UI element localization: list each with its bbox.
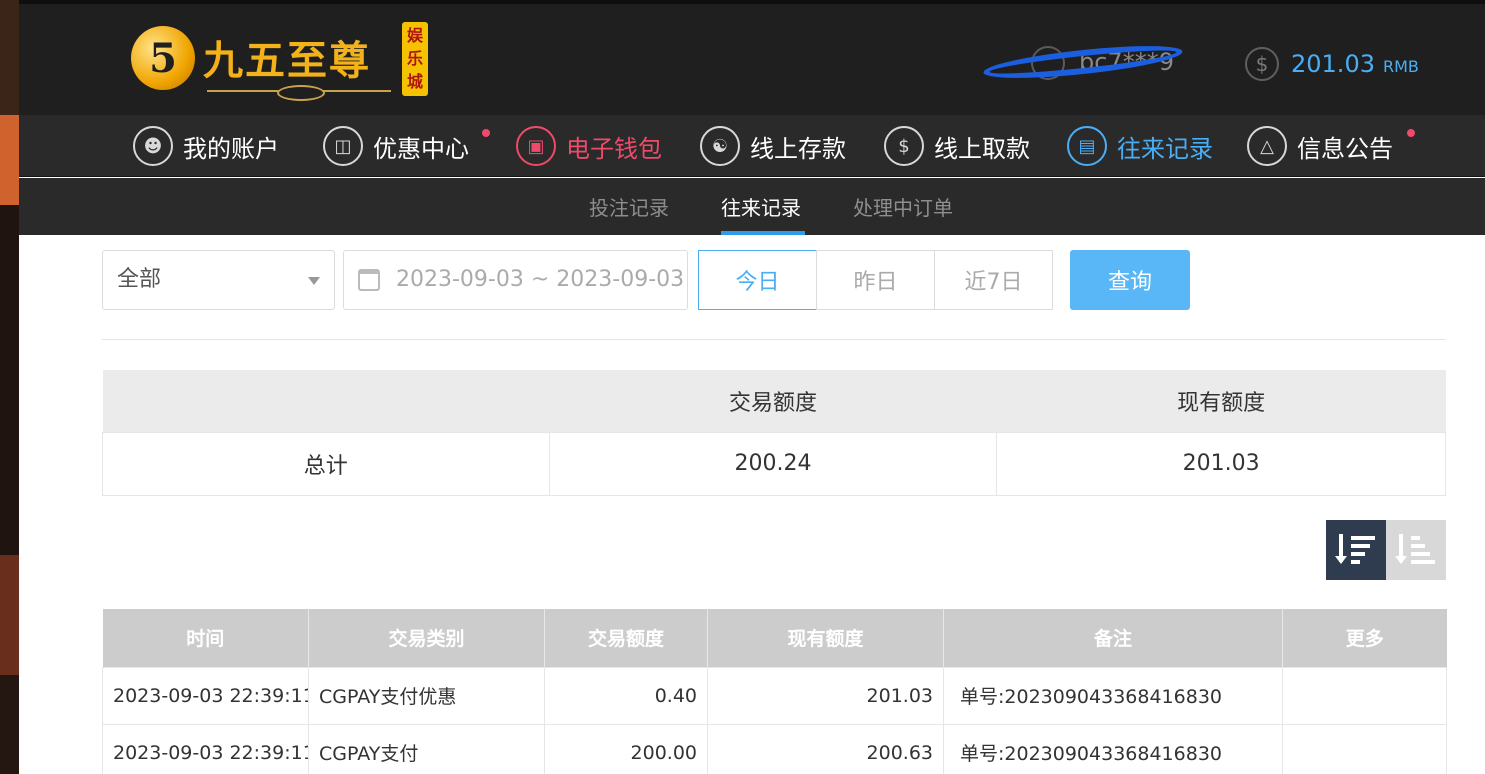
summary-header: 交易额度 <box>549 370 997 432</box>
column-header-amount[interactable]: 交易额度 <box>544 609 708 667</box>
notification-dot <box>482 129 490 137</box>
nav-label: 往来记录 <box>1117 134 1213 163</box>
chevron-down-icon <box>308 277 320 285</box>
dollar-icon: $ <box>1245 47 1279 81</box>
sort-descending-button[interactable] <box>1326 520 1386 580</box>
type-select[interactable]: 全部 <box>102 250 335 310</box>
bell-icon: △ <box>1247 126 1287 166</box>
withdraw-icon: $ <box>884 126 924 166</box>
sub-nav: 投注记录 往来记录 处理中订单 <box>19 178 1485 235</box>
search-button[interactable]: 查询 <box>1070 250 1190 310</box>
summary-header: 现有额度 <box>996 370 1446 432</box>
date-range-value: 2023-09-03 ~ 2023-09-03 <box>396 267 685 292</box>
type-select-value: 全部 <box>117 267 162 292</box>
nav-deposit[interactable]: ☯ 线上存款 <box>700 125 846 167</box>
wallet-icon: ▣ <box>516 126 556 166</box>
sort-ascending-icon <box>1395 534 1435 564</box>
redaction-scribble <box>982 39 1184 85</box>
main-container: 5 九五至尊 娱乐城 bc7***9 $ 201.03 RMB ☻ 我的账户 ◫… <box>19 0 1485 774</box>
yesterday-button[interactable]: 昨日 <box>816 250 935 310</box>
cell-time: 2023-09-03 22:39:11 <box>102 666 309 725</box>
nav-announcements[interactable]: △ 信息公告 <box>1247 125 1393 167</box>
logo-ornament <box>207 85 391 101</box>
nav-label: 信息公告 <box>1297 134 1393 163</box>
balance-unit: RMB <box>1382 56 1419 76</box>
summary-table: 交易额度 现有额度 总计 200.24 201.03 <box>102 370 1446 496</box>
summary-row: 总计 200.24 201.03 <box>102 431 1446 496</box>
column-header-more[interactable]: 更多 <box>1282 609 1447 667</box>
user-icon: ☻ <box>133 126 173 166</box>
deposit-icon: ☯ <box>700 126 740 166</box>
tab-bet-records[interactable]: 投注记录 <box>589 192 669 221</box>
nav-withdraw[interactable]: $ 线上取款 <box>884 125 1030 167</box>
sort-descending-icon <box>1335 534 1375 564</box>
calendar-icon <box>358 269 380 291</box>
tab-pending-orders[interactable]: 处理中订单 <box>853 192 953 221</box>
quick-date-buttons: 今日 昨日 近7日 <box>698 250 1053 310</box>
site-logo[interactable]: 5 九五至尊 娱乐城 <box>131 22 431 104</box>
balance-display: $ 201.03 RMB <box>1245 44 1419 84</box>
balance-amount: 201.03 <box>1291 50 1375 78</box>
active-tab-indicator <box>721 231 805 235</box>
nav-my-account[interactable]: ☻ 我的账户 <box>133 125 279 167</box>
divider <box>102 339 1446 340</box>
cell-type: CGPAY支付优惠 <box>308 666 545 725</box>
cell-balance: 200.63 <box>707 723 944 774</box>
nav-e-wallet[interactable]: ▣ 电子钱包 <box>516 125 662 167</box>
logo-emblem-icon: 5 <box>131 26 195 90</box>
notification-dot <box>1407 129 1415 137</box>
nav-label: 线上取款 <box>934 134 1030 163</box>
column-header-balance[interactable]: 现有额度 <box>707 609 944 667</box>
brand-tag: 娱乐城 <box>402 22 428 96</box>
date-range-input[interactable]: 2023-09-03 ~ 2023-09-03 <box>343 250 688 310</box>
cell-more[interactable] <box>1282 666 1447 725</box>
summary-header <box>102 370 550 432</box>
cell-note: 单号:202309043368416830 <box>943 666 1283 725</box>
nav-label: 优惠中心 <box>373 134 469 163</box>
table-row[interactable]: 2023-09-03 22:39:11 CGPAY支付 200.00 200.6… <box>102 723 1447 774</box>
column-header-type[interactable]: 交易类别 <box>308 609 545 667</box>
sort-ascending-button[interactable] <box>1386 520 1446 580</box>
summary-current-balance: 201.03 <box>996 431 1446 496</box>
nav-label: 电子钱包 <box>566 134 662 163</box>
cell-amount: 0.40 <box>544 666 708 725</box>
table-row[interactable]: 2023-09-03 22:39:11 CGPAY支付优惠 0.40 201.0… <box>102 666 1447 725</box>
main-nav: ☻ 我的账户 ◫ 优惠中心 ▣ 电子钱包 ☯ 线上存款 $ 线上取款 ▤ 往来记… <box>19 115 1485 177</box>
tab-transaction-records[interactable]: 往来记录 <box>721 192 801 221</box>
cell-amount: 200.00 <box>544 723 708 774</box>
column-header-time[interactable]: 时间 <box>102 609 309 667</box>
summary-label: 总计 <box>102 431 550 496</box>
column-header-note[interactable]: 备注 <box>943 609 1283 667</box>
records-icon: ▤ <box>1067 126 1107 166</box>
user-info[interactable]: bc7***9 <box>982 39 1191 85</box>
background-strip <box>0 0 19 774</box>
top-header: 5 九五至尊 娱乐城 bc7***9 $ 201.03 RMB <box>19 0 1485 115</box>
records-table: 时间 交易类别 交易额度 现有额度 备注 更多 2023-09-03 22:39… <box>102 609 1447 774</box>
nav-promotions[interactable]: ◫ 优惠中心 <box>323 125 469 167</box>
cell-balance: 201.03 <box>707 666 944 725</box>
nav-transaction-records[interactable]: ▤ 往来记录 <box>1067 125 1213 167</box>
cell-note: 单号:202309043368416830 <box>943 723 1283 774</box>
last-7-days-button[interactable]: 近7日 <box>934 250 1053 310</box>
cell-more[interactable] <box>1282 723 1447 774</box>
brand-tag-text: 娱乐城 <box>406 26 423 91</box>
gift-icon: ◫ <box>323 126 363 166</box>
cell-time: 2023-09-03 22:39:11 <box>102 723 309 774</box>
nav-label: 我的账户 <box>183 134 279 163</box>
summary-transaction-total: 200.24 <box>548 431 998 496</box>
cell-type: CGPAY支付 <box>308 723 545 774</box>
nav-label: 线上存款 <box>750 134 846 163</box>
brand-name: 九五至尊 <box>203 37 371 84</box>
today-button[interactable]: 今日 <box>698 250 817 310</box>
